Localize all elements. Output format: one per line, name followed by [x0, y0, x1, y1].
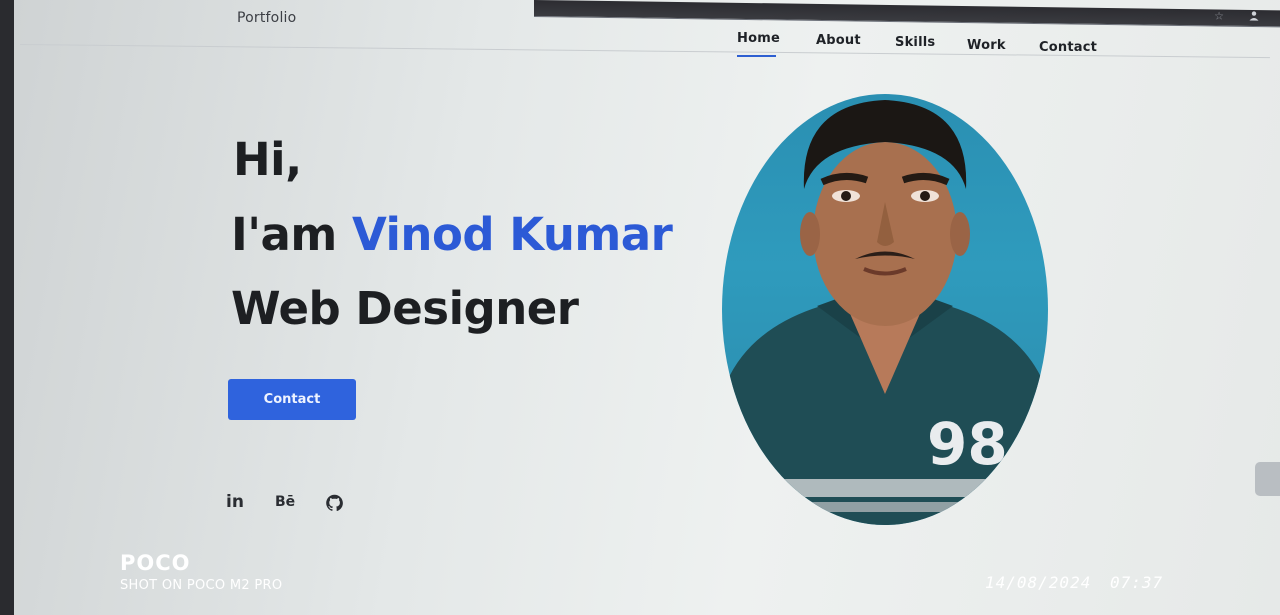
nav-about[interactable]: About — [816, 33, 861, 48]
bookmark-star-icon[interactable]: ☆ — [1214, 9, 1224, 22]
browser-profile-icon[interactable] — [1248, 10, 1260, 22]
camera-subtitle: SHOT ON POCO M2 PRO — [120, 578, 283, 593]
contact-button[interactable]: Contact — [228, 379, 356, 420]
hero-intro: I'am Vinod Kumar — [231, 208, 673, 261]
hero-role: Web Designer — [231, 282, 579, 335]
hero-greeting: Hi, — [233, 133, 302, 186]
behance-icon[interactable]: Bē — [275, 494, 295, 514]
nav-active-indicator — [737, 55, 776, 57]
portrait-illustration: 98 — [722, 100, 1048, 525]
nav-contact[interactable]: Contact — [1039, 40, 1097, 55]
photo-time: 07:37 — [1110, 573, 1164, 592]
github-icon[interactable] — [325, 493, 344, 513]
hero-name: Vinod Kumar — [351, 208, 673, 261]
floating-side-widget[interactable] — [1255, 462, 1280, 496]
nav-skills[interactable]: Skills — [895, 35, 935, 50]
site-logo[interactable]: Portfolio — [237, 10, 296, 26]
linkedin-icon[interactable]: in — [226, 492, 244, 512]
nav-work[interactable]: Work — [967, 38, 1006, 53]
hero-intro-text: I'am — [231, 208, 352, 261]
photo-date: 14/08/2024 — [985, 573, 1092, 592]
profile-photo: 98 — [722, 94, 1048, 525]
nav-home[interactable]: Home — [737, 31, 780, 46]
browser-toolbar: ☆ — [534, 0, 1280, 28]
laptop-screen: ☆ — [14, 0, 1280, 615]
camera-brand: POCO — [120, 551, 191, 575]
